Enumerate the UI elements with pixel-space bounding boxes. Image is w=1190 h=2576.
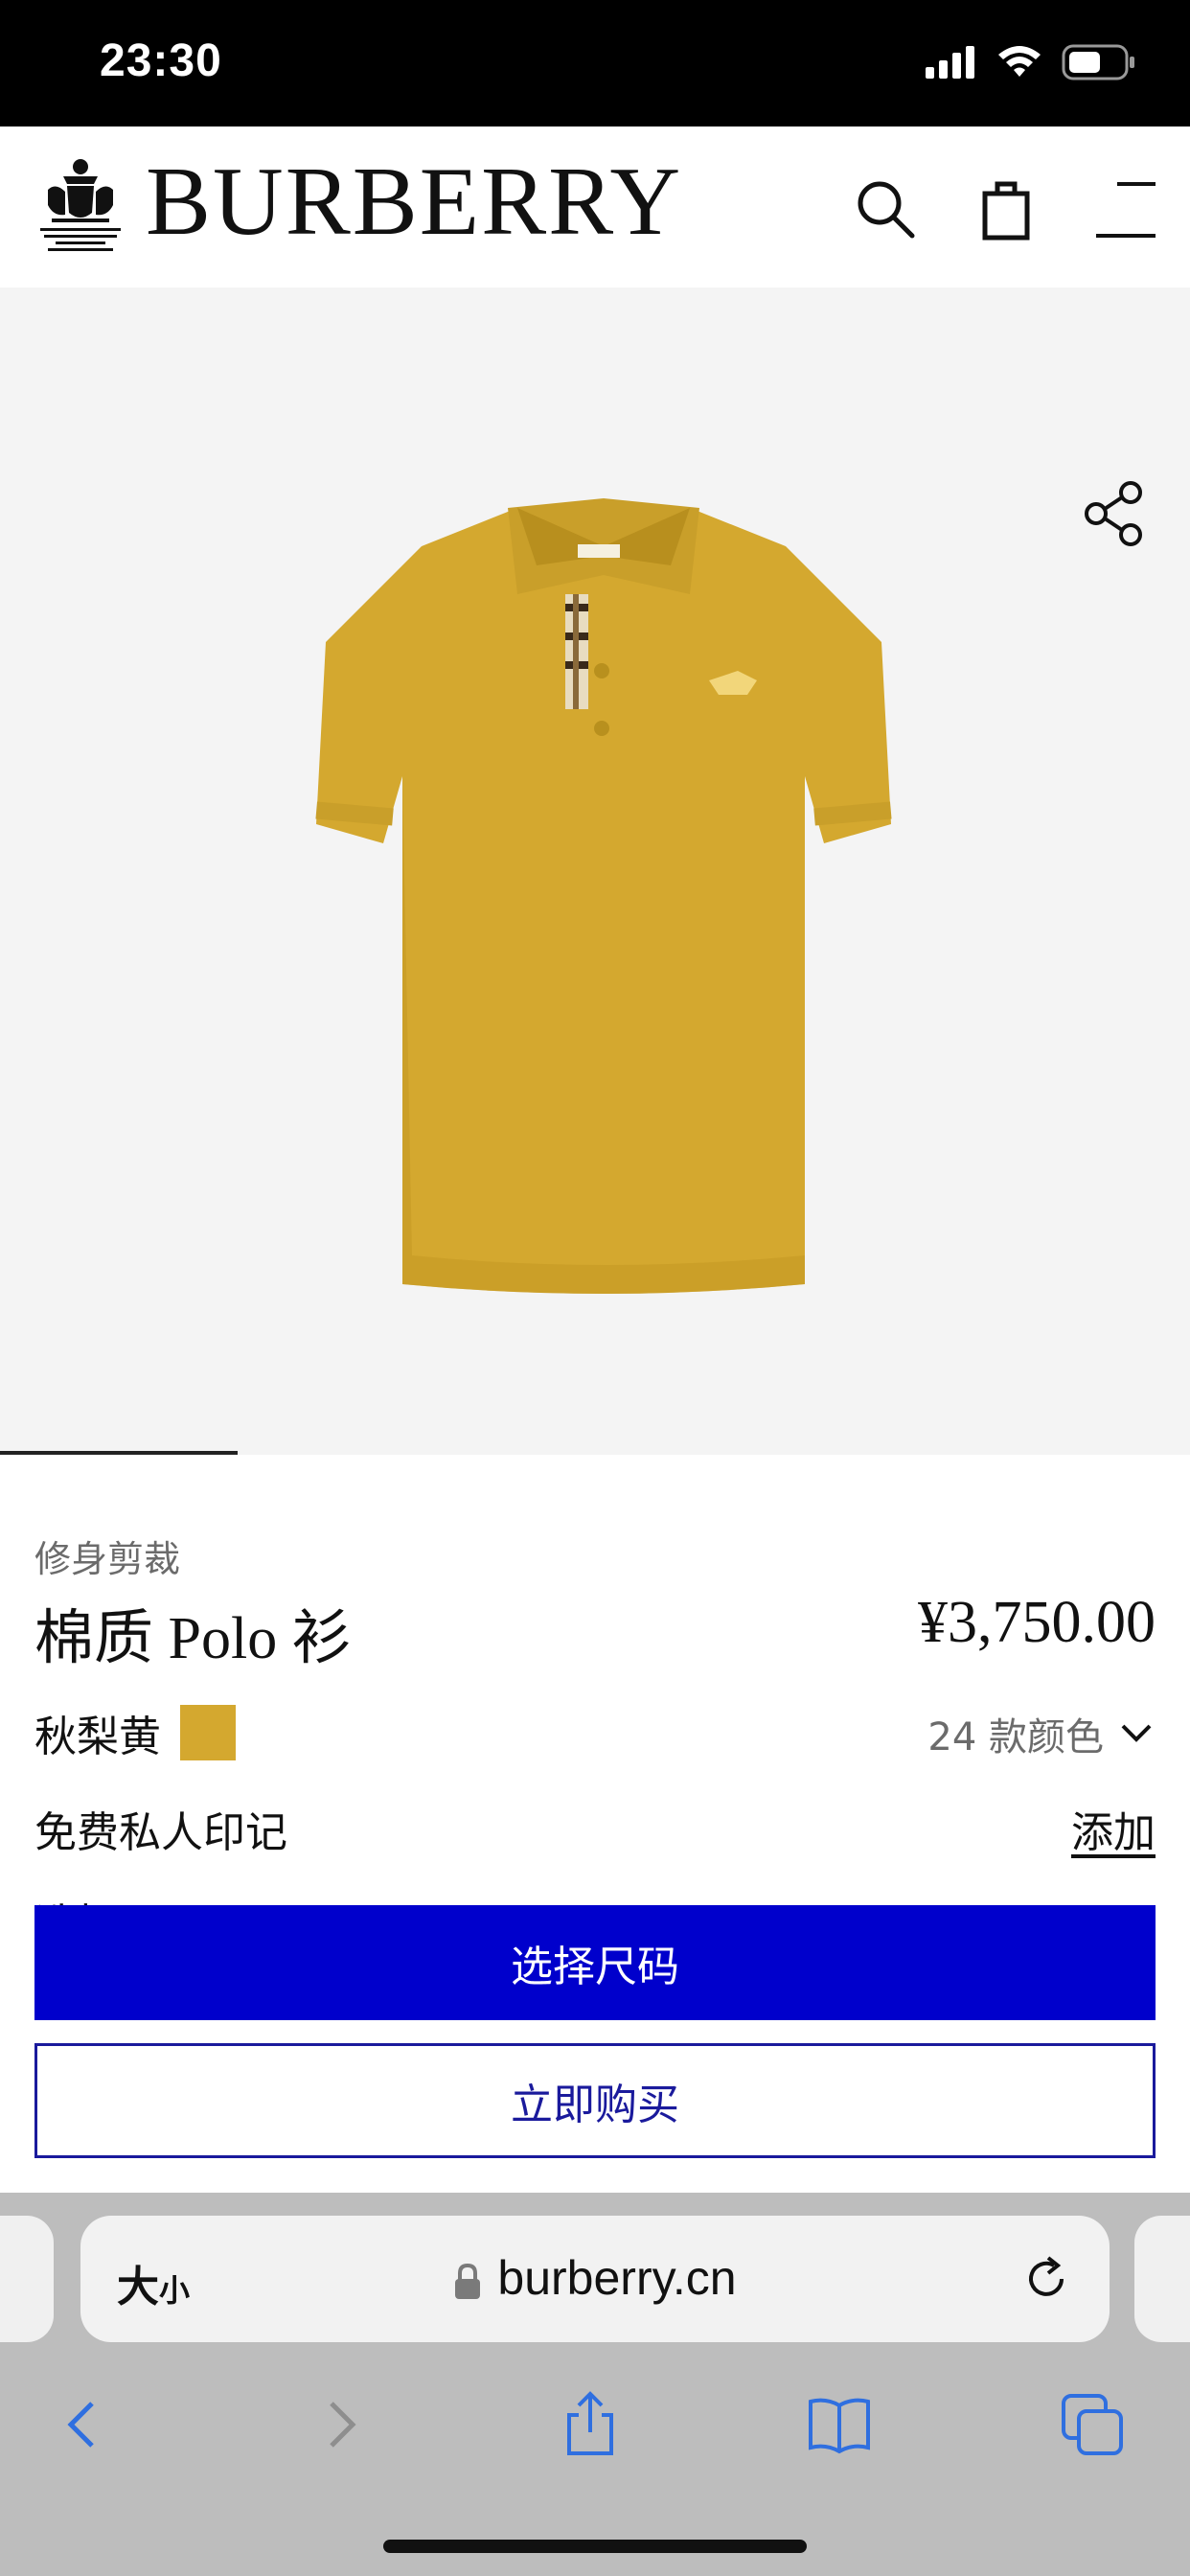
wifi-icon	[998, 46, 1041, 77]
status-time: 23:30	[100, 35, 222, 86]
menu-icon[interactable]	[1092, 174, 1161, 243]
color-selector[interactable]: 24 款颜色	[927, 1706, 1156, 1761]
product-price: ¥3,750.00	[918, 1590, 1156, 1655]
engraving-label: 免费私人印记	[34, 1808, 287, 1857]
next-tab-preview[interactable]	[1134, 2216, 1190, 2342]
share-sheet-icon[interactable]	[556, 2390, 625, 2459]
tabs-icon[interactable]	[1058, 2390, 1127, 2459]
product-title: 棉质 Polo 衫	[34, 1606, 352, 1671]
color-count: 24 款颜色	[927, 1715, 1104, 1760]
home-indicator	[383, 2540, 807, 2553]
product-photo	[315, 498, 892, 1294]
bookmarks-icon[interactable]	[805, 2390, 874, 2459]
color-row[interactable]: 秋梨黄	[34, 1702, 236, 1763]
search-icon[interactable]	[851, 174, 920, 243]
share-icon[interactable]	[1081, 479, 1150, 548]
forward-icon[interactable]	[305, 2390, 374, 2459]
status-icons	[926, 44, 1136, 80]
url-text: burberry.cn	[497, 2251, 737, 2305]
site-header: BURBERRY	[0, 126, 1190, 288]
chevron-down-icon	[1121, 1724, 1152, 1742]
url-display[interactable]: burberry.cn	[80, 2250, 1110, 2306]
brand-logo[interactable]: BURBERRY	[146, 153, 682, 251]
status-bar: 23:30	[0, 0, 1190, 126]
back-icon[interactable]	[50, 2390, 119, 2459]
buy-now-button[interactable]: 立即购买	[34, 2043, 1156, 2158]
browser-toolbar	[0, 2363, 1190, 2478]
select-size-button[interactable]: 选择尺码	[34, 1905, 1156, 2020]
shopping-bag-icon[interactable]	[972, 174, 1041, 243]
signal-icon	[926, 46, 974, 79]
color-name: 秋梨黄	[34, 1713, 161, 1761]
previous-tab-preview[interactable]	[0, 2216, 54, 2342]
product-info: 修身剪裁 棉质 Polo 衫 ¥3,750.00 秋梨黄 24 款颜色 免费私人…	[0, 1455, 1190, 2193]
royal-crest-icon[interactable]	[34, 155, 126, 255]
product-image-gallery[interactable]	[0, 288, 1190, 1455]
battery-icon	[1062, 44, 1134, 80]
fit-label: 修身剪裁	[34, 1538, 181, 1580]
address-bar[interactable]: 大小 burberry.cn	[80, 2216, 1110, 2342]
engraving-add-link[interactable]: 添加	[1071, 1798, 1156, 1859]
color-swatch[interactable]	[180, 1705, 236, 1760]
reload-icon[interactable]	[1019, 2252, 1073, 2306]
browser-chrome: 大小 burberry.cn	[0, 2193, 1190, 2576]
lock-icon	[455, 2263, 481, 2299]
